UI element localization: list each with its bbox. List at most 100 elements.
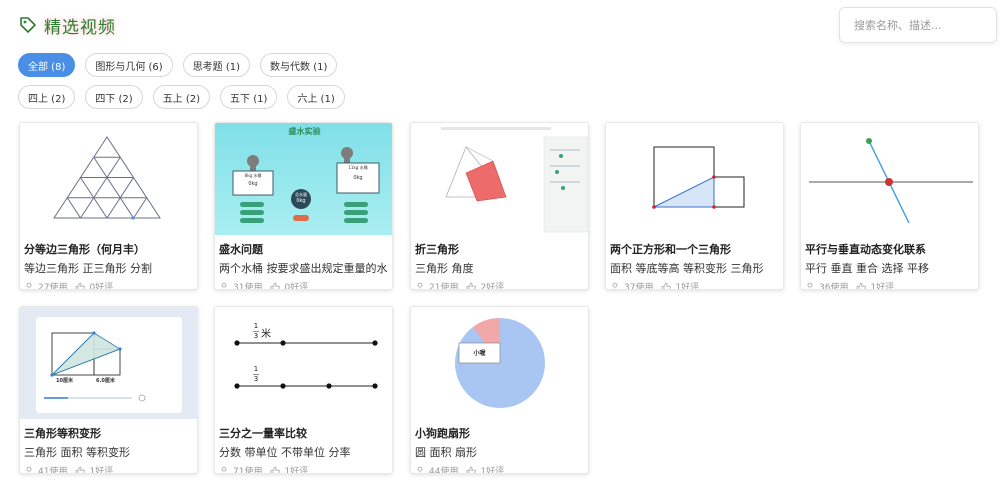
video-card[interactable]: 盛水实验 8kg 水桶 0kg 11kg 水桶 0kg 总水量 0kg 盛水问题… [214,122,393,290]
video-card[interactable]: 折三角形 三角形 角度 21使用 2好评 [410,122,589,290]
like-count: 1好评 [870,283,895,290]
right-bucket-value: 0kg [353,175,363,181]
card-stats: 36使用 1好评 [805,280,978,290]
total-water-value: 0kg [296,198,306,204]
card-tags: 三角形 面积 等积变形 [24,446,130,459]
usage-count: 37使用 [624,283,654,290]
card-tags: 三角形 角度 [415,262,474,275]
video-card[interactable]: 平行与垂直动态变化联系 平行 垂直 重合 选择 平移 36使用 1好评 [800,122,979,290]
folding-triangle-illustration [441,127,588,233]
page-title: 精选视频 [44,17,116,38]
card-stats: 37使用 1好评 [610,280,783,290]
thumbs-up-icon [662,282,672,289]
usage-count: 36使用 [819,283,849,290]
card-title: 两个正方形和一个三角形 [610,243,731,256]
filter-chip-grade5-1[interactable]: 五上 (2) [152,85,211,109]
card-tags: 平行 垂直 重合 选择 平移 [805,262,929,275]
fraction-numerator-top: 1 [253,322,259,330]
user-icon [221,466,227,473]
filter-chip-thinking[interactable]: 思考题 (1) [182,53,251,77]
usage-count: 31使用 [233,283,263,290]
filter-chip-algebra[interactable]: 数与代数 (1) [260,53,338,77]
thumb-heading: 盛水实验 [288,127,321,136]
card-title: 平行与垂直动态变化联系 [805,243,926,256]
user-icon [221,282,227,289]
left-bucket-value: 0kg [248,181,258,187]
left-bucket-label: 8kg 水桶 [244,173,262,178]
filter-chip-geometry[interactable]: 图形与几何 (6) [85,53,173,77]
thumbs-up-icon [857,282,867,289]
right-bucket-label: 11kg 水桶 [348,165,368,170]
like-count: 0好评 [89,283,114,290]
thumbs-up-icon [76,282,86,289]
like-count: 2好评 [480,283,505,290]
dog-sector-illustration [455,318,545,408]
card-tags: 两个水桶 按要求盛出规定重量的水 [219,262,388,275]
filter-chip-grade4-2[interactable]: 四下 (2) [85,85,143,109]
card-thumbnail [606,123,783,235]
card-title: 三分之一量率比较 [219,427,307,440]
card-tags: 圆 面积 扇形 [415,446,477,459]
card-tags: 等边三角形 正三角形 分割 [24,262,152,275]
user-icon [26,282,32,289]
fraction-denominator-top: 3 [253,332,259,340]
video-card[interactable]: 小喔 小狗跑扇形 圆 面积 扇形 44使用 1好评 [410,306,589,474]
card-stats: 71使用 1好评 [219,464,392,474]
tag-icon [20,17,36,33]
thumb-box-label: 小喔 [473,350,486,357]
like-count: 1好评 [480,467,505,474]
triangle-area-transform-illustration [36,317,182,413]
category-filter-row: 全部 (8) 图形与几何 (6) 思考题 (1) 数与代数 (1) [18,53,338,77]
thumbs-up-icon [271,466,281,473]
two-squares-illustration [652,146,745,209]
usage-count: 41使用 [38,467,68,474]
card-title: 小狗跑扇形 [415,427,470,440]
card-thumbnail: 盛水实验 8kg 水桶 0kg 11kg 水桶 0kg 总水量 0kg [215,123,392,235]
card-title: 盛水问题 [219,243,263,256]
card-thumbnail [20,123,197,235]
card-thumbnail: 小喔 [411,307,588,419]
parallel-perpendicular-illustration [809,138,973,224]
like-count: 1好评 [89,467,114,474]
like-count: 0好评 [284,283,309,290]
page-header: 精选视频 [18,10,116,40]
filter-chip-all[interactable]: 全部 (8) [18,53,76,77]
video-card[interactable]: 两个正方形和一个三角形 面积 等底等高 等积变形 三角形 37使用 1好评 [605,122,784,290]
usage-count: 27使用 [38,283,68,290]
thumb-label-right: 6.0厘米 [96,378,115,384]
usage-count: 71使用 [233,467,263,474]
one-third-comparison-illustration [234,331,378,389]
unit-label: 米 [261,329,271,340]
user-icon [26,466,32,473]
card-stats: 41使用 1好评 [24,464,197,474]
video-card[interactable]: 1 3 米 1 3 三分之一量率比较 分数 带单位 不带单位 分率 71使用 1… [214,306,393,474]
triangle-grid-illustration [53,136,161,220]
thumbs-up-icon [467,282,477,289]
usage-count: 44使用 [429,467,459,474]
thumbs-up-icon [467,466,477,473]
filter-chip-grade5-2[interactable]: 五下 (1) [220,85,278,109]
filter-chip-grade6-1[interactable]: 六上 (1) [287,85,345,109]
card-stats: 21使用 2好评 [415,280,588,290]
fraction-numerator-bottom: 1 [253,365,259,373]
user-icon [612,282,618,289]
card-thumbnail: 10厘米 6.0厘米 [20,307,197,419]
like-count: 1好评 [675,283,700,290]
card-title: 分等边三角形（何月丰） [24,243,145,256]
filter-chip-grade4-1[interactable]: 四上 (2) [18,85,76,109]
card-tags: 面积 等底等高 等积变形 三角形 [610,262,764,275]
search-box[interactable] [839,7,997,43]
card-thumbnail [801,123,978,235]
card-title: 折三角形 [415,243,459,256]
usage-count: 21使用 [429,283,459,290]
search-input[interactable] [854,18,982,32]
card-title: 三角形等积变形 [24,427,101,440]
video-card[interactable]: 分等边三角形（何月丰） 等边三角形 正三角形 分割 27使用 0好评 [19,122,198,290]
card-thumbnail: 1 3 米 1 3 [215,307,392,419]
thumbs-up-icon [271,282,281,289]
user-icon [417,282,423,289]
thumbs-up-icon [76,466,86,473]
video-card[interactable]: 10厘米 6.0厘米 三角形等积变形 三角形 面积 等积变形 41使用 1好评 [19,306,198,474]
like-count: 1好评 [284,467,309,474]
card-stats: 31使用 0好评 [219,280,392,290]
